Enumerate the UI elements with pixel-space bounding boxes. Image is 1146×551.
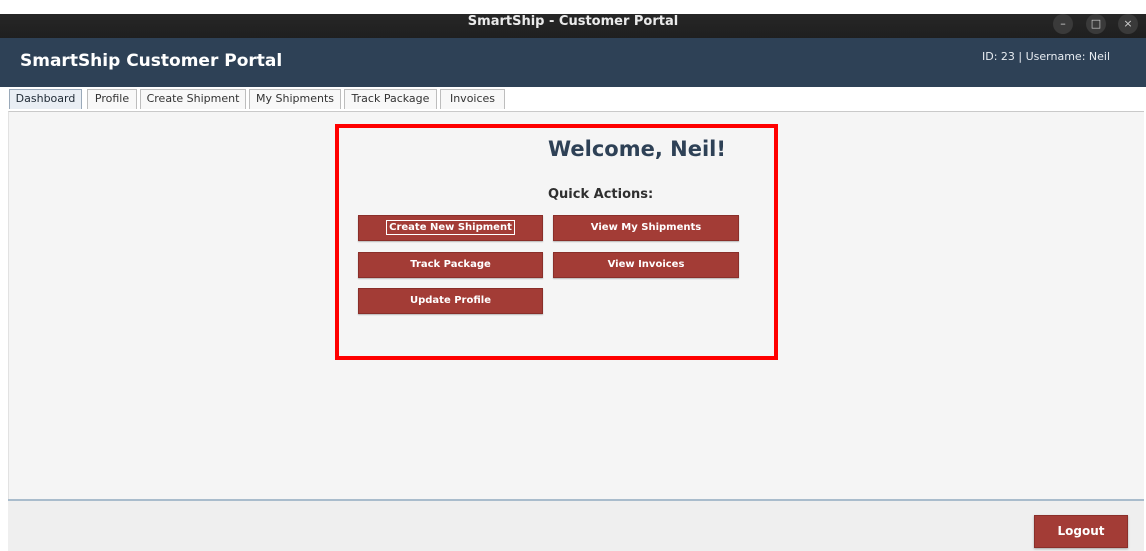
minimize-icon[interactable]: – [1053,14,1073,34]
welcome-heading: Welcome, Neil! [548,137,726,161]
tab-profile[interactable]: Profile [87,89,137,109]
create-new-shipment-label: Create New Shipment [386,220,515,235]
view-invoices-label: View Invoices [607,259,685,270]
tab-create-shipment[interactable]: Create Shipment [140,89,246,109]
top-gap [0,0,1146,14]
footer-bar [8,501,1144,551]
tab-bar: Dashboard Profile Create Shipment My Shi… [0,87,1146,111]
brand-title: SmartShip Customer Portal [20,51,283,71]
view-invoices-button[interactable]: View Invoices [553,252,739,278]
track-package-button[interactable]: Track Package [358,252,543,278]
app-header: SmartShip Customer Portal ID: 23 | Usern… [0,38,1146,87]
quick-actions-label: Quick Actions: [548,187,654,202]
tab-track-package[interactable]: Track Package [344,89,437,109]
user-info: ID: 23 | Username: Neil [982,50,1110,63]
logout-button[interactable]: Logout [1034,515,1128,548]
tab-invoices[interactable]: Invoices [440,89,505,109]
os-title-bar: SmartShip - Customer Portal – □ × [0,0,1146,38]
tab-dashboard[interactable]: Dashboard [9,89,82,109]
close-icon[interactable]: × [1118,14,1138,34]
create-new-shipment-button[interactable]: Create New Shipment [358,215,543,241]
view-my-shipments-button[interactable]: View My Shipments [553,215,739,241]
tab-my-shipments[interactable]: My Shipments [249,89,341,109]
maximize-icon[interactable]: □ [1086,14,1106,34]
window-title: SmartShip - Customer Portal [467,14,679,29]
view-my-shipments-label: View My Shipments [590,222,702,233]
update-profile-label: Update Profile [410,295,491,306]
track-package-label: Track Package [410,259,491,270]
update-profile-button[interactable]: Update Profile [358,288,543,314]
app-window: SmartShip - Customer Portal – □ × SmartS… [0,0,1146,551]
